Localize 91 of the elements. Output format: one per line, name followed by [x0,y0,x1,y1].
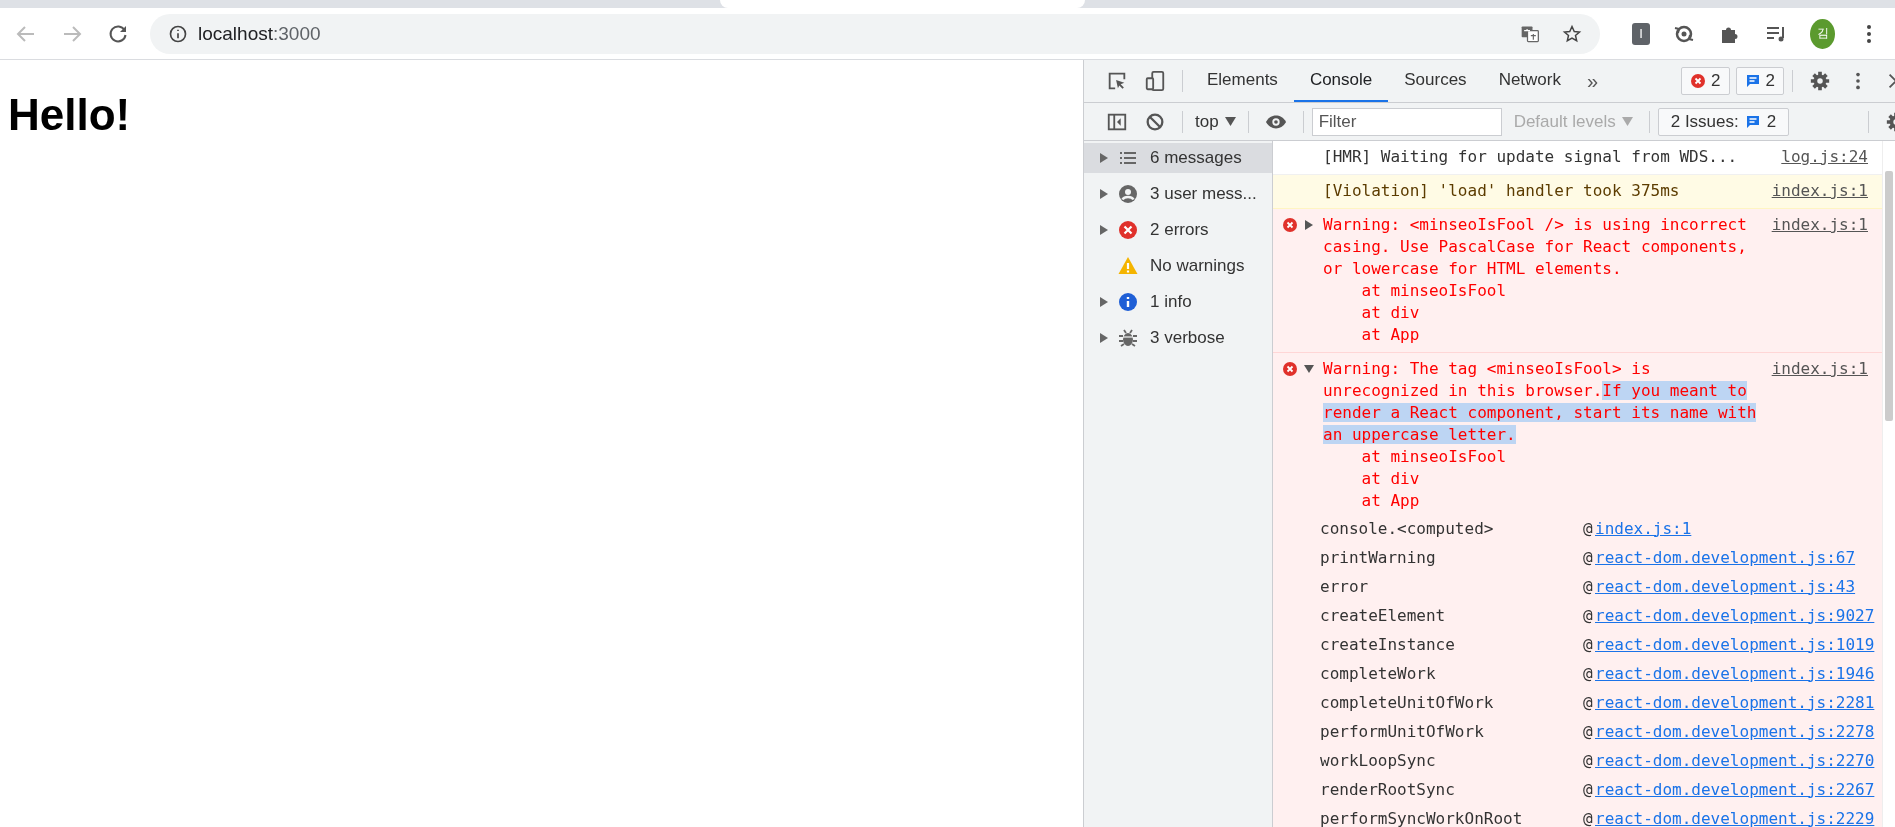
function-name: completeWork [1320,662,1437,685]
stack-frame: at minseoIsFool [1323,280,1757,302]
inspect-icon[interactable] [1106,70,1128,92]
at-sign: @ [1583,778,1594,801]
scrollbar[interactable] [1885,171,1893,421]
source-link[interactable]: react-dom.development.js:9027 [1595,604,1875,627]
at-sign: @ [1583,691,1594,714]
stack-frame: at minseoIsFool [1323,446,1757,468]
source-link[interactable]: index.js:1 [1595,517,1692,540]
message-text: Warning: <minseoIsFool /> is using incorrect casing. Use PascalCase for React components, or lowercase for HTML elements. [1323,214,1748,280]
info-icon[interactable] [168,23,188,44]
at-sign: @ [1583,807,1594,827]
function-name: performSyncWorkOnRoot [1320,807,1524,827]
function-name: error [1320,575,1370,598]
sidebar-item[interactable]: 3 verbose [1084,323,1272,353]
caret-icon [1621,117,1633,126]
device-icon[interactable] [1144,70,1166,92]
message-icon [1744,73,1761,89]
devtools-tab[interactable]: Elements [1191,60,1294,102]
sidebar-item[interactable]: 6 messages [1084,143,1272,173]
devtools-tab[interactable]: Network [1482,60,1577,102]
error-count-badge[interactable]: 2 [1681,67,1730,95]
url-host: localhost [198,22,273,44]
more-tabs[interactable]: » [1577,69,1609,93]
source-link[interactable]: react-dom.development.js:2278 [1595,720,1875,743]
page-heading: Hello! [7,89,131,140]
source-link[interactable]: index.js:1 [1771,214,1868,236]
filter-field[interactable]: Filter [1311,107,1502,136]
settings-icon[interactable] [1809,70,1831,92]
source-link[interactable]: react-dom.development.js:2267 [1595,778,1875,801]
extension-icon[interactable]: I [1632,22,1651,45]
expand-arrow-icon[interactable] [1100,333,1108,343]
user-icon [1118,184,1138,204]
issues-button[interactable]: 2 Issues: 2 [1657,107,1790,136]
function-name: console.<computed> [1320,517,1495,540]
expand-arrow-icon[interactable] [1304,220,1314,230]
stack-frame: at App [1323,324,1757,346]
expand-arrow-icon[interactable] [1100,189,1108,199]
at-sign: @ [1583,633,1594,656]
source-link[interactable]: index.js:1 [1771,180,1868,202]
message-count-badge[interactable]: 2 [1735,67,1784,95]
context-dropdown[interactable]: top [1191,111,1240,132]
bug-icon [1118,328,1138,348]
source-link[interactable]: react-dom.development.js:2270 [1595,749,1875,772]
stack-frame: at div [1323,302,1757,324]
error-icon [1282,361,1298,377]
error-icon [1282,217,1298,233]
function-name: workLoopSync [1320,749,1437,772]
at-sign: @ [1583,604,1594,627]
expand-arrow-icon[interactable] [1100,297,1108,307]
sidebar-item[interactable]: 1 info [1084,287,1272,317]
source-link[interactable]: react-dom.development.js:1946 [1595,662,1875,685]
message-text: [Violation] 'load' handler took 375ms [1323,180,1681,202]
expand-arrow-icon[interactable] [1100,153,1108,163]
address-bar[interactable]: localhost:3000 [150,13,1600,54]
function-name: renderRootSync [1320,778,1456,801]
sidebar-item[interactable]: 3 user mess... [1084,179,1272,209]
devtools-tab[interactable]: Sources [1388,60,1483,102]
function-name: completeUnitOfWork [1320,691,1495,714]
function-name: performUnitOfWork [1320,720,1485,743]
source-link[interactable]: index.js:1 [1771,358,1868,380]
function-name: printWarning [1320,546,1437,569]
star-icon[interactable] [1562,23,1582,44]
source-link[interactable]: react-dom.development.js:2229 [1595,807,1875,827]
error-icon [1118,220,1138,240]
sidebar-item[interactable]: 2 errors [1084,215,1272,245]
source-link[interactable]: react-dom.development.js:67 [1595,546,1856,569]
source-link[interactable]: react-dom.development.js:1019 [1595,633,1875,656]
at-sign: @ [1583,720,1594,743]
source-link[interactable]: log.js:24 [1781,146,1868,168]
at-sign: @ [1583,546,1594,569]
info-icon [1118,292,1138,312]
error-icon [1690,73,1707,89]
function-name: createInstance [1320,633,1456,656]
message-text: [HMR] Waiting for update signal from WDS... [1323,146,1739,168]
caret-icon [1224,117,1236,126]
at-sign: @ [1583,517,1594,540]
collapse-arrow-icon[interactable] [1304,364,1314,374]
url-port: :3000 [273,22,321,44]
stack-frame: at App [1323,490,1757,512]
at-sign: @ [1583,662,1594,685]
expand-arrow-icon[interactable] [1100,225,1108,235]
sidebar-item[interactable]: No warnings [1084,251,1272,281]
message-icon [1744,113,1761,130]
source-link[interactable]: react-dom.development.js:43 [1595,575,1856,598]
function-name: createElement [1320,604,1447,627]
at-sign: @ [1583,575,1594,598]
warning-icon [1118,256,1138,276]
stack-frame: at div [1323,468,1757,490]
at-sign: @ [1583,749,1594,772]
source-link[interactable]: react-dom.development.js:2281 [1595,691,1875,714]
